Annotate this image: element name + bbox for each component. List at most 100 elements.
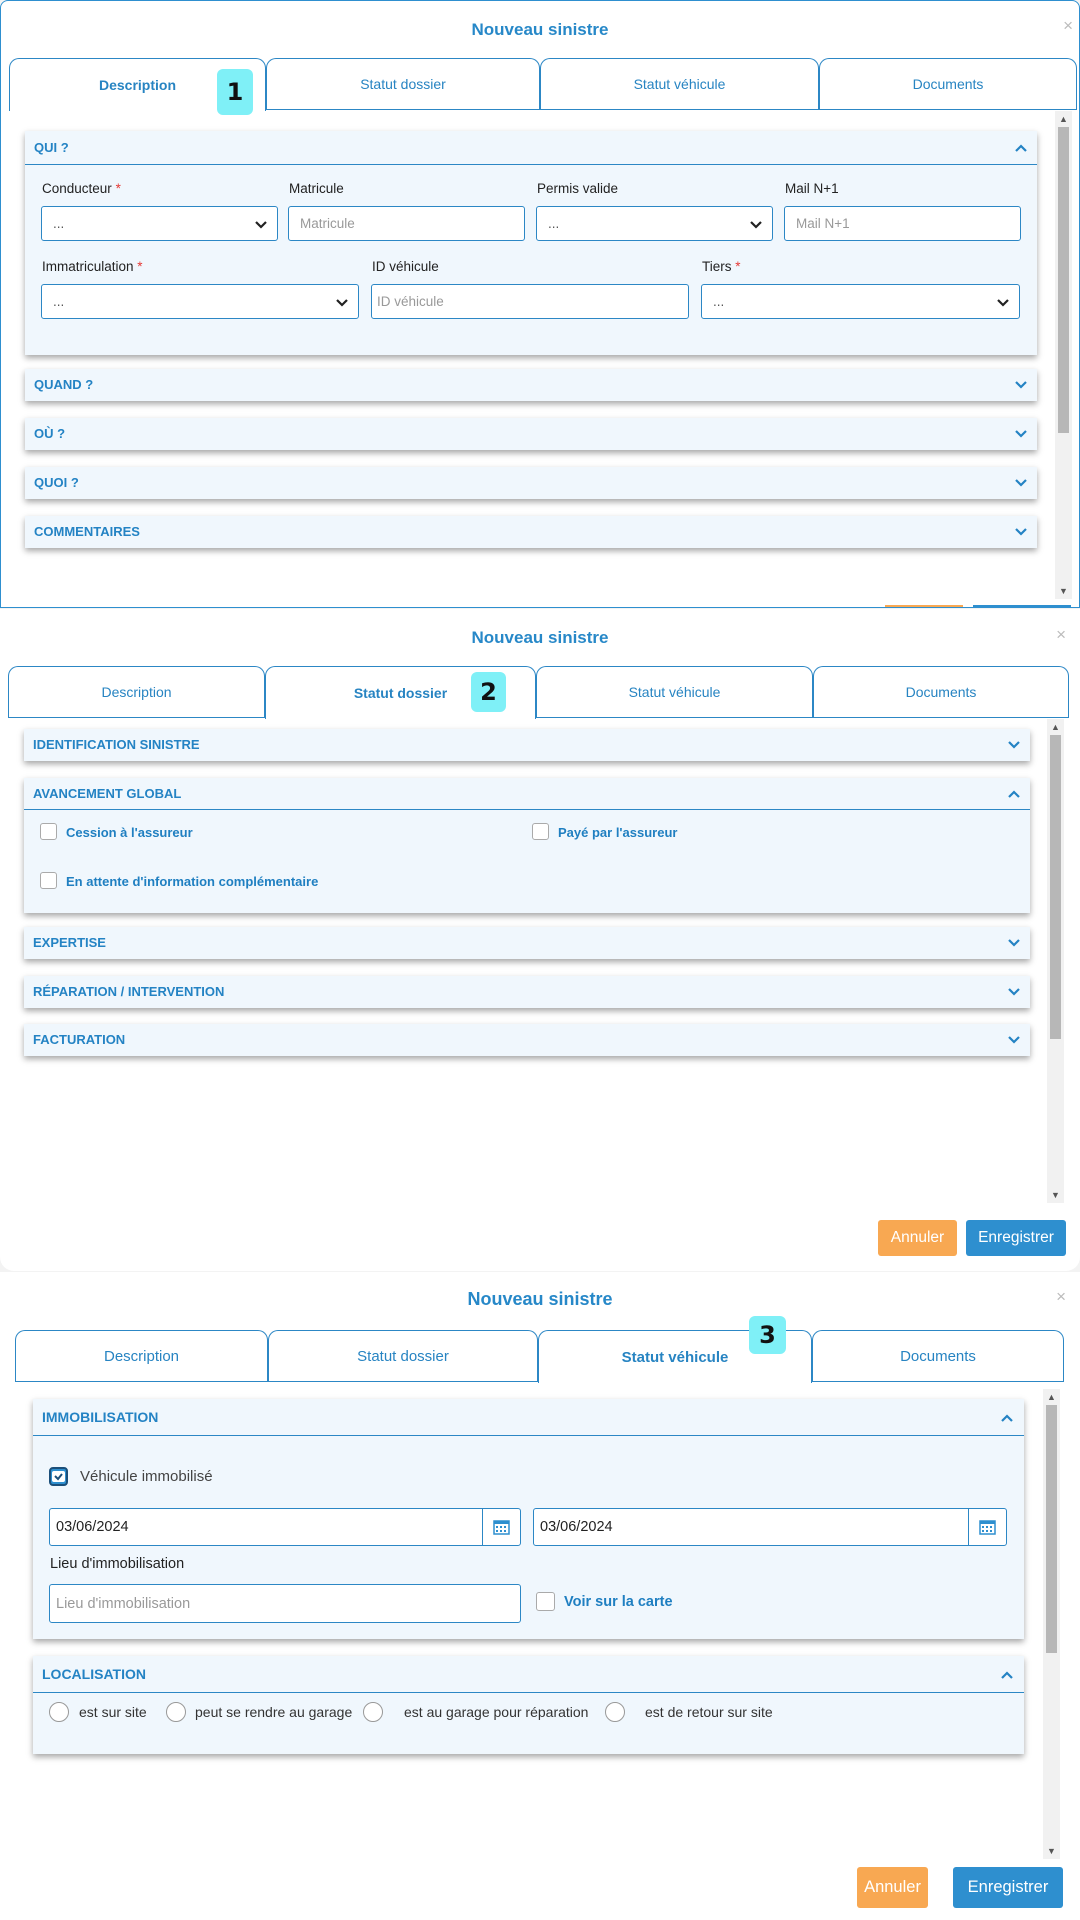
voir-carte-label[interactable]: Voir sur la carte	[564, 1594, 673, 1610]
immatriculation-select[interactable]: ...	[41, 284, 359, 319]
chevron-down-icon	[1008, 741, 1020, 749]
calendar-icon[interactable]	[482, 1509, 520, 1545]
scroll-up-icon[interactable]: ▲	[1047, 719, 1064, 735]
radio-peut-se-rendre[interactable]	[166, 1702, 186, 1722]
section-quand[interactable]: QUAND ?	[25, 369, 1037, 401]
date-start-value: 03/06/2024	[56, 1519, 129, 1535]
chevron-down-icon	[336, 299, 348, 307]
check-icon	[52, 1471, 65, 1482]
close-icon[interactable]: ×	[1056, 1288, 1066, 1305]
peek-save-button	[973, 605, 1071, 607]
scroll-down-icon[interactable]: ▼	[1043, 1843, 1060, 1859]
tab-documents[interactable]: Documents	[819, 58, 1077, 109]
modal-title: Nouveau sinistre	[471, 20, 609, 39]
cession-checkbox[interactable]	[40, 823, 57, 840]
mail-input[interactable]: Mail N+1	[784, 206, 1021, 241]
scroll-down-icon[interactable]: ▼	[1047, 1187, 1064, 1203]
cession-label[interactable]: Cession à l'assureur	[66, 825, 193, 840]
statut-dossier-content: IDENTIFICATION SINISTRE AVANCEMENT GLOBA…	[8, 719, 1048, 1203]
chevron-down-icon	[1008, 988, 1020, 996]
chevron-up-icon	[1015, 144, 1027, 152]
section-identification[interactable]: IDENTIFICATION SINISTRE	[24, 729, 1030, 761]
section-expertise-header: EXPERTISE	[24, 927, 1030, 959]
cancel-button[interactable]: Annuler	[878, 1220, 957, 1256]
section-quoi[interactable]: QUOI ?	[25, 467, 1037, 499]
qui-header[interactable]: QUI ?	[25, 131, 1037, 165]
scroll-thumb[interactable]	[1050, 735, 1061, 1039]
section-identification-label: IDENTIFICATION SINISTRE	[33, 737, 200, 752]
radio-retour-site[interactable]	[605, 1702, 625, 1722]
tab-documents[interactable]: Documents	[812, 1330, 1064, 1381]
section-quand-label: QUAND ?	[34, 377, 94, 392]
tab-description[interactable]: Description	[15, 1330, 268, 1381]
scrollbar[interactable]: ▲ ▼	[1047, 719, 1064, 1203]
immobilise-label[interactable]: Véhicule immobilisé	[80, 1468, 213, 1485]
modal-description: Nouveau sinistre × Description Statut do…	[0, 0, 1080, 608]
section-ou-label: OÙ ?	[34, 426, 66, 441]
immatriculation-value: ...	[53, 294, 65, 309]
date-start-input[interactable]: 03/06/2024	[49, 1508, 521, 1546]
chevron-down-icon	[1015, 479, 1027, 487]
radio-sur-site[interactable]	[49, 1702, 69, 1722]
radio-retour-site-label[interactable]: est de retour sur site	[645, 1704, 773, 1720]
tab-description[interactable]: Description	[8, 666, 265, 717]
radio-peut-se-rendre-label[interactable]: peut se rendre au garage	[195, 1704, 352, 1720]
radio-au-garage[interactable]	[363, 1702, 383, 1722]
scroll-up-icon[interactable]: ▲	[1055, 111, 1072, 127]
voir-carte-checkbox[interactable]	[536, 1592, 555, 1611]
cancel-button[interactable]: Annuler	[857, 1867, 928, 1908]
localisation-header[interactable]: LOCALISATION	[33, 1656, 1024, 1693]
chevron-down-icon	[1015, 430, 1027, 438]
lieu-label: Lieu d'immobilisation	[50, 1556, 185, 1572]
description-content: QUI ? Conducteur * ... Matricule Matricu…	[9, 111, 1057, 599]
calendar-icon[interactable]	[968, 1509, 1006, 1545]
tiers-select[interactable]: ...	[701, 284, 1020, 319]
save-button[interactable]: Enregistrer	[966, 1220, 1066, 1256]
tab-bar: Description Statut dossier Statut véhicu…	[9, 58, 1077, 111]
paye-label[interactable]: Payé par l'assureur	[558, 825, 677, 840]
tab-documents[interactable]: Documents	[813, 666, 1069, 717]
peek-cancel-button	[885, 605, 963, 607]
section-expertise[interactable]: EXPERTISE	[24, 927, 1030, 959]
date-end-input[interactable]: 03/06/2024	[533, 1508, 1007, 1546]
section-quoi-label: QUOI ?	[34, 475, 79, 490]
avancement-header[interactable]: AVANCEMENT GLOBAL	[24, 778, 1030, 810]
matricule-input[interactable]: Matricule	[288, 206, 525, 241]
scrollbar[interactable]: ▲ ▼	[1043, 1389, 1060, 1859]
paye-checkbox[interactable]	[532, 823, 549, 840]
save-button[interactable]: Enregistrer	[953, 1867, 1063, 1908]
permis-select[interactable]: ...	[536, 206, 773, 241]
id-vehicule-input[interactable]: ID véhicule	[371, 284, 689, 319]
scroll-down-icon[interactable]: ▼	[1055, 583, 1072, 599]
close-icon[interactable]: ×	[1063, 17, 1073, 34]
immobilisation-header[interactable]: IMMOBILISATION	[33, 1399, 1024, 1436]
section-facturation[interactable]: FACTURATION	[24, 1024, 1030, 1056]
step-badge: 2	[471, 672, 506, 712]
tab-statut-vehicule[interactable]: Statut véhicule	[540, 58, 819, 109]
tab-bar: Description Statut dossier Statut véhicu…	[8, 666, 1069, 719]
scroll-thumb[interactable]	[1046, 1405, 1057, 1653]
close-icon[interactable]: ×	[1056, 626, 1066, 643]
tab-statut-dossier[interactable]: Statut dossier	[266, 58, 540, 109]
radio-sur-site-label[interactable]: est sur site	[79, 1704, 147, 1720]
mail-label: Mail N+1	[785, 181, 839, 196]
section-commentaires[interactable]: COMMENTAIRES	[25, 516, 1037, 548]
section-reparation[interactable]: RÉPARATION / INTERVENTION	[24, 976, 1030, 1008]
chevron-down-icon	[1008, 1036, 1020, 1044]
attente-label[interactable]: En attente d'information complémentaire	[66, 874, 318, 889]
scrollbar[interactable]: ▲ ▼	[1055, 111, 1072, 599]
scroll-thumb[interactable]	[1058, 127, 1069, 433]
scroll-up-icon[interactable]: ▲	[1043, 1389, 1060, 1405]
section-identification-header: IDENTIFICATION SINISTRE	[24, 729, 1030, 761]
immobilise-checkbox[interactable]	[49, 1467, 68, 1486]
qui-header-label: QUI ?	[34, 140, 69, 155]
tab-statut-vehicule[interactable]: Statut véhicule	[536, 666, 813, 717]
section-ou[interactable]: OÙ ?	[25, 418, 1037, 450]
lieu-input[interactable]: Lieu d'immobilisation	[49, 1584, 521, 1623]
conducteur-select[interactable]: ...	[41, 206, 278, 241]
section-commentaires-label: COMMENTAIRES	[34, 524, 140, 539]
tab-statut-dossier[interactable]: Statut dossier	[268, 1330, 538, 1381]
modal-title: Nouveau sinistre	[471, 628, 609, 647]
radio-au-garage-label[interactable]: est au garage pour réparation	[404, 1704, 588, 1720]
attente-checkbox[interactable]	[40, 872, 57, 889]
